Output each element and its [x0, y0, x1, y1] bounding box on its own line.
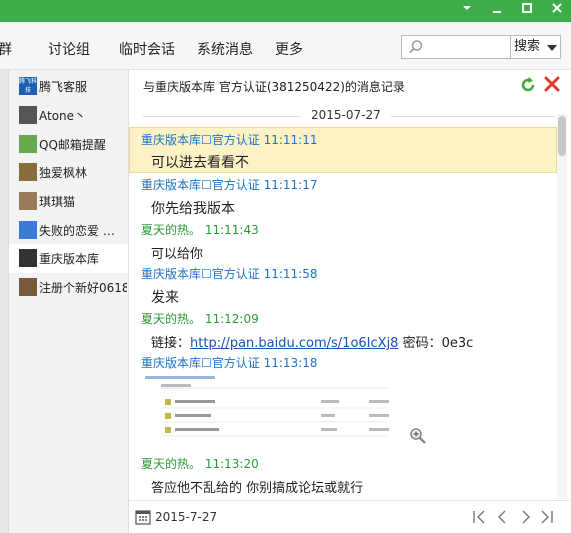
message-time: 11:13:20	[204, 457, 259, 471]
contact-item[interactable]: 腾飞科技 腾飞客服	[9, 72, 128, 101]
sender-name: 重庆版本库☐官方认证	[141, 178, 260, 192]
contact-name: 重庆版本库	[39, 252, 100, 266]
last-page-icon[interactable]	[537, 507, 557, 527]
title-bar	[0, 0, 571, 22]
message-sender: 夏天的热。 11:12:09	[141, 310, 259, 327]
contact-item[interactable]: 独爱枫林	[9, 158, 128, 187]
message-time: 11:11:43	[204, 223, 259, 237]
contact-item[interactable]: 琪琪猫	[9, 187, 128, 216]
tab-more[interactable]: 更多	[275, 39, 303, 59]
previous-page-icon[interactable]	[492, 507, 512, 527]
tab-system-messages[interactable]: 系统消息	[197, 39, 253, 59]
calendar-icon[interactable]	[135, 509, 151, 529]
selected-date[interactable]: 2015-7-27	[155, 510, 217, 524]
message-text: 发来	[151, 290, 179, 306]
contact-item[interactable]: 注册个新好0618	[9, 273, 128, 302]
avatar	[19, 135, 37, 153]
message-sender: 重庆版本库☐官方认证 11:11:17	[141, 176, 318, 193]
contact-list: 腾飞科技 腾飞客服 Atone丶 QQ邮箱提醒 独爱枫林 琪琪猫 失败的恋爱 ……	[9, 70, 129, 533]
chevron-down-icon	[547, 45, 557, 51]
image-thumbnail[interactable]	[141, 370, 391, 448]
close-icon[interactable]	[549, 2, 565, 18]
contact-name: Atone丶	[39, 109, 87, 123]
avatar	[19, 106, 37, 124]
message-sender: 重庆版本库☐官方认证 11:11:11	[141, 131, 318, 148]
message-text: 可以进去看看不	[151, 155, 249, 171]
avatar	[19, 278, 37, 296]
maximize-icon[interactable]	[519, 2, 535, 18]
message-link[interactable]: http://pan.baidu.com/s/1o6IcXj8	[190, 336, 398, 351]
sender-name: 重庆版本库☐官方认证	[141, 133, 260, 147]
search-icon	[408, 39, 424, 59]
tab-temporary-sessions[interactable]: 临时会话	[119, 39, 175, 59]
contact-item[interactable]: 失败的恋爱 …	[9, 216, 128, 245]
refresh-icon[interactable]	[519, 76, 537, 98]
message-sender: 夏天的热。 11:13:20	[141, 455, 259, 472]
contact-name: 琪琪猫	[39, 195, 76, 209]
minimize-icon[interactable]	[489, 2, 505, 18]
next-page-icon[interactable]	[516, 507, 536, 527]
message-text: 链接：http://pan.baidu.com/s/1o6IcXj8 密码：0e…	[151, 332, 473, 351]
link-prefix: 链接：	[151, 336, 191, 351]
contact-item-selected[interactable]: 重庆版本库	[9, 244, 128, 273]
sender-name: 夏天的热。	[141, 312, 202, 326]
left-strip	[0, 70, 9, 533]
zoom-in-icon[interactable]	[409, 427, 427, 449]
avatar	[19, 221, 37, 239]
message-text: 可以给你	[151, 247, 204, 262]
sender-name: 夏天的热。	[141, 223, 202, 237]
sender-name: 重庆版本库☐官方认证	[141, 267, 260, 281]
history-footer: 2015-7-27	[129, 500, 571, 533]
contact-item[interactable]: Atone丶	[9, 101, 128, 130]
link-suffix: 密码：0e3c	[398, 336, 474, 351]
search-button-label: 搜索	[514, 39, 541, 54]
avatar	[19, 192, 37, 210]
message-history-panel: 与重庆版本库 官方认证(381250422)的消息记录 2015-07-27 重…	[129, 70, 571, 533]
message-text: 答应他不乱给的 你别搞成论坛或就行	[151, 481, 364, 496]
scrollbar[interactable]	[557, 114, 567, 499]
contact-name: 注册个新好0618	[39, 281, 127, 295]
avatar	[19, 249, 37, 267]
search-input[interactable]	[401, 35, 511, 59]
scroll-thumb[interactable]	[558, 116, 566, 156]
sender-name: 夏天的热。	[141, 457, 202, 471]
dropdown-menu-icon[interactable]	[459, 2, 475, 18]
contact-name: 失败的恋爱 …	[39, 224, 115, 238]
avatar: 腾飞科技	[19, 77, 37, 95]
message-time: 11:12:09	[204, 312, 259, 326]
avatar	[19, 163, 37, 181]
window-controls	[459, 2, 565, 18]
message-sender: 夏天的热。 11:11:43	[141, 221, 259, 238]
message-time: 11:13:18	[263, 356, 318, 370]
toolbar: 群 讨论组 临时会话 系统消息 更多 搜索	[0, 22, 571, 70]
message-time: 11:11:17	[263, 178, 318, 192]
first-page-icon[interactable]	[469, 507, 489, 527]
contact-name: 独爱枫林	[39, 166, 88, 180]
contact-item[interactable]: QQ邮箱提醒	[9, 130, 128, 159]
date-separator: 2015-07-27	[301, 108, 391, 122]
contact-name: 腾飞客服	[39, 80, 88, 94]
delete-icon[interactable]	[543, 75, 561, 97]
search-button[interactable]: 搜索	[511, 35, 561, 59]
history-title: 与重庆版本库 官方认证(381250422)的消息记录	[143, 80, 405, 94]
message-sender: 重庆版本库☐官方认证 11:11:58	[141, 265, 318, 282]
sender-name: 重庆版本库☐官方认证	[141, 356, 260, 370]
message-time: 11:11:58	[263, 267, 318, 281]
tab-discussion-groups[interactable]: 讨论组	[48, 39, 90, 59]
message-sender: 重庆版本库☐官方认证 11:13:18	[141, 354, 318, 371]
message-text: 你先给我版本	[151, 201, 235, 217]
contact-name: QQ邮箱提醒	[39, 138, 106, 152]
avatar-text: 腾飞科技	[19, 78, 37, 94]
tab-groups[interactable]: 群	[0, 39, 12, 59]
message-time: 11:11:11	[263, 133, 318, 147]
